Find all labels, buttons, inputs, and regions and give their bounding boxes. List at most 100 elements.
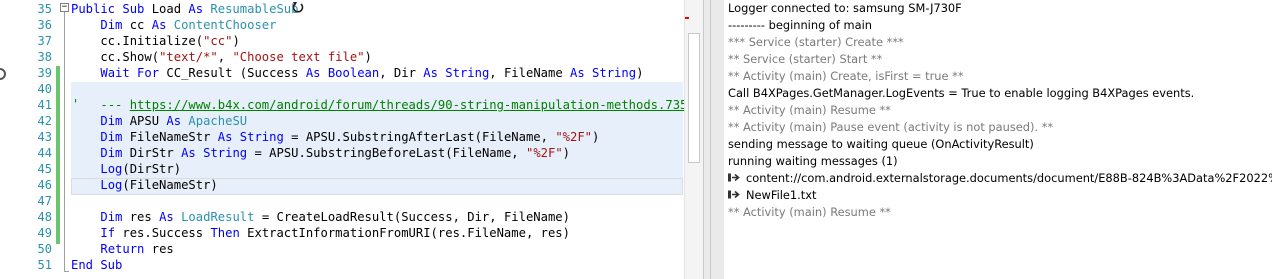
code-text: Dim APSU As ApacheSU — [71, 113, 247, 129]
code-line[interactable]: 48 Dim res As LoadResult = CreateLoadRes… — [0, 209, 686, 225]
log-arrow-icon — [728, 173, 740, 182]
code-token: As — [570, 66, 593, 80]
code-line[interactable]: 39 Wait For CC_Result (Success As Boolea… — [0, 65, 686, 81]
code-token: As — [159, 210, 182, 224]
code-token: ) — [592, 130, 600, 144]
log-entry[interactable]: running waiting messages (1) — [728, 153, 898, 170]
undo-arrow-icon[interactable] — [292, 1, 304, 13]
code-token: ContentChooser — [173, 18, 277, 32]
log-entry[interactable]: ** Activity (main) Pause event (activity… — [728, 119, 1053, 136]
code-line[interactable]: 35 Public Sub Load As ResumableSub — [0, 1, 686, 17]
code-line[interactable]: 42 Dim APSU As ApacheSU — [0, 113, 686, 129]
code-link[interactable]: https://www.b4x.com/android/forum/thread… — [130, 98, 703, 112]
code-line[interactable]: 36 Dim cc As ContentChooser — [0, 17, 686, 33]
log-entry[interactable]: ** Activity (main) Resume ** — [728, 204, 891, 221]
log-text: ** Service (starter) Start ** — [728, 52, 883, 66]
log-entry[interactable]: ** Activity (main) Create, isFirst = tru… — [728, 68, 964, 85]
code-token: cc.Initialize( — [71, 34, 204, 48]
code-line[interactable]: 47 — [0, 193, 686, 209]
log-entry[interactable]: NewFile1.txt — [728, 187, 816, 204]
code-text: End Sub — [71, 257, 122, 273]
code-text: cc.Initialize("cc") — [71, 33, 239, 49]
code-token: LoadResult — [181, 210, 262, 224]
code-token: , FileName — [489, 66, 571, 80]
log-text: sending message to waiting queue (OnActi… — [728, 137, 1034, 151]
code-line[interactable]: 49 If res.Success Then ExtractInformatio… — [0, 225, 686, 241]
log-entry[interactable]: sending message to waiting queue (OnActi… — [728, 136, 1034, 153]
code-token: "%2F" — [555, 130, 593, 144]
code-token: Load — [151, 2, 189, 16]
code-token: String — [592, 66, 637, 80]
log-entry[interactable]: *** Service (starter) Create *** — [728, 34, 904, 51]
scrollbar-thumb[interactable] — [688, 33, 700, 163]
log-entry[interactable]: Logger connected to: samsung SM-J730F — [728, 0, 962, 17]
log-text: ** Activity (main) Create, isFirst = tru… — [728, 69, 964, 83]
code-token: cc.Show( — [71, 50, 160, 64]
code-text: --- https://www.b4x.com/android/forum/th… — [71, 97, 703, 113]
code-token: As — [166, 114, 189, 128]
editor-vertical-scrollbar[interactable] — [684, 0, 703, 279]
code-token: = APSU.SubstringBeforeLast(FileName, — [254, 146, 526, 160]
code-token: , Dir — [379, 66, 424, 80]
code-token: ResumableSub — [210, 2, 299, 16]
log-entry[interactable]: ** Service (starter) Start ** — [728, 51, 882, 68]
error-marker — [685, 17, 689, 19]
code-token: Dim — [100, 18, 130, 32]
code-token: Wait For — [100, 66, 167, 80]
code-token: "cc" — [203, 34, 233, 48]
code-token: As — [217, 130, 240, 144]
code-line[interactable]: 45 Log(DirStr) — [0, 161, 686, 177]
code-token: Dim — [100, 210, 130, 224]
code-text: Dim DirStr As String = APSU.SubstringBef… — [71, 145, 570, 161]
code-token: ) — [562, 146, 571, 160]
line-number: 37 — [37, 34, 52, 48]
pane-splitter[interactable] — [703, 0, 724, 279]
code-token: res — [129, 210, 160, 224]
code-token: (DirStr) — [122, 162, 182, 176]
log-entry[interactable]: ** Activity (main) Resume ** — [728, 102, 891, 119]
line-number: 51 — [37, 258, 52, 272]
code-token: APSU — [129, 114, 167, 128]
code-line[interactable]: 41 --- https://www.b4x.com/android/forum… — [0, 97, 703, 113]
code-text: Log(FileNameStr) — [71, 177, 218, 193]
log-arrow-icon — [728, 190, 740, 199]
code-line[interactable]: 50 Return res — [0, 241, 686, 257]
code-line[interactable]: 51 End Sub — [0, 257, 686, 273]
code-token: ) — [364, 50, 372, 64]
line-number: 40 — [37, 82, 52, 96]
code-editor[interactable]: − 35 Public Sub Load As ResumableSub 36 Di… — [0, 0, 703, 279]
code-token: String — [203, 146, 255, 160]
log-entry[interactable]: Call B4XPages.GetManager.LogEvents = Tru… — [728, 85, 1194, 102]
log-entry[interactable]: content://com.android.externalstorage.do… — [728, 170, 1272, 187]
line-number: 50 — [37, 242, 52, 256]
code-token: res.Success — [122, 226, 211, 240]
log-text: Call B4XPages.GetManager.LogEvents = Tru… — [728, 86, 1195, 100]
code-line[interactable]: 40 — [0, 81, 686, 97]
log-text: ** Activity (main) Resume ** — [728, 205, 891, 219]
log-entry[interactable]: --------- beginning of main — [728, 17, 872, 34]
code-token: cc — [129, 18, 152, 32]
code-text: Dim cc As ContentChooser — [71, 17, 276, 33]
code-line[interactable]: 37 cc.Initialize("cc") — [0, 33, 686, 49]
line-number: 41 — [37, 98, 52, 112]
code-line[interactable]: 46 Log(FileNameStr) — [0, 177, 686, 193]
logs-panel[interactable]: Logger connected to: samsung SM-J730F ---… — [724, 0, 1272, 279]
code-text: Dim FileNameStr As String = APSU.Substri… — [71, 129, 599, 145]
log-text: --------- beginning of main — [728, 18, 872, 32]
line-number: 46 — [37, 178, 52, 192]
code-token: (FileNameStr) — [122, 178, 218, 192]
code-line[interactable]: 38 cc.Show("text/*", "Choose text file") — [0, 49, 686, 65]
code-text: Public Sub Load As ResumableSub — [71, 1, 298, 17]
code-token: ApacheSU — [188, 114, 248, 128]
code-line[interactable]: 44 Dim DirStr As String = APSU.Substring… — [0, 145, 686, 161]
code-token: CC_Result (Success — [166, 66, 306, 80]
code-line[interactable]: 43 Dim FileNameStr As String = APSU.Subs… — [0, 129, 686, 145]
